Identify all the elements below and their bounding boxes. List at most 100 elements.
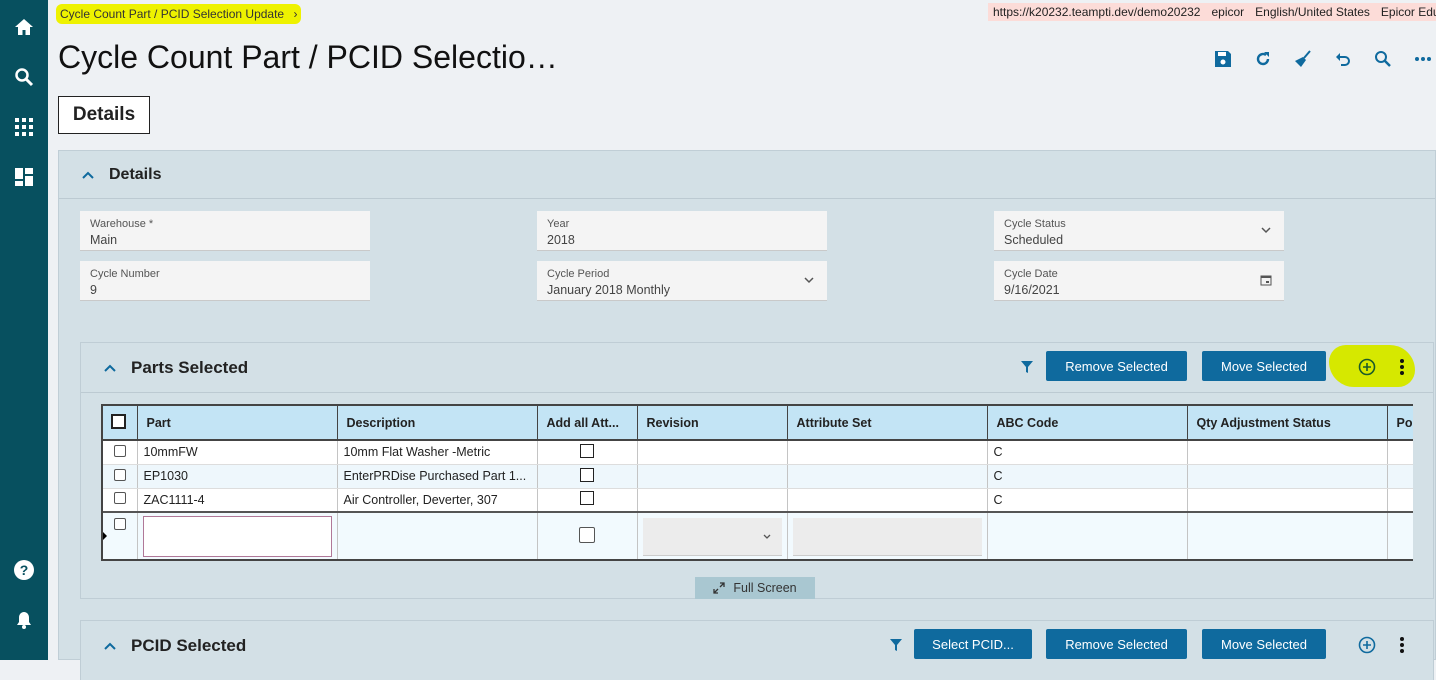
cell-part[interactable]: 10mmFW xyxy=(137,440,338,465)
user-name: epicor xyxy=(1211,5,1245,19)
table-row[interactable]: EP1030 EnterPRDise Purchased Part 1... C xyxy=(103,464,1413,489)
current-row-indicator-icon xyxy=(103,531,107,541)
cell-pos[interactable] xyxy=(1387,464,1413,489)
warehouse-field[interactable]: Warehouse * Main xyxy=(80,211,370,251)
column-header-pos[interactable]: Pos xyxy=(1386,404,1413,441)
refresh-icon[interactable] xyxy=(1252,48,1274,70)
cell-part[interactable]: EP1030 xyxy=(137,464,338,489)
more-vertical-icon[interactable] xyxy=(1399,636,1405,654)
column-header-abc-code[interactable]: ABC Code xyxy=(986,404,1188,441)
calendar-icon[interactable] xyxy=(1260,274,1272,286)
chevron-up-icon[interactable] xyxy=(79,166,97,184)
parts-selected-title: Parts Selected xyxy=(131,357,249,377)
cell-attribute-set[interactable] xyxy=(787,440,988,465)
chevron-up-icon[interactable] xyxy=(101,359,119,377)
field-label: Cycle Status xyxy=(1004,218,1066,230)
column-header-attribute-set[interactable]: Attribute Set xyxy=(786,404,988,441)
search-icon[interactable] xyxy=(1372,48,1394,70)
filter-icon[interactable] xyxy=(1020,360,1034,374)
cycle-date-field[interactable]: Cycle Date 9/16/2021 xyxy=(994,261,1284,301)
cell-description[interactable]: Air Controller, Deverter, 307 xyxy=(337,488,538,513)
more-options-icon[interactable] xyxy=(1412,48,1434,70)
table-row[interactable]: 10mmFW 10mm Flat Washer -Metric C xyxy=(103,440,1413,465)
cell-abc-code[interactable] xyxy=(987,511,1188,559)
undo-icon[interactable] xyxy=(1332,48,1354,70)
cell-qty-adjustment-status[interactable] xyxy=(1187,511,1388,559)
chevron-up-icon[interactable] xyxy=(101,637,119,655)
select-all-checkbox[interactable] xyxy=(103,404,138,441)
cycle-number-field[interactable]: Cycle Number 9 xyxy=(80,261,370,301)
chevron-down-icon[interactable] xyxy=(1260,224,1272,236)
details-panel-header[interactable]: Details xyxy=(59,151,1435,199)
move-selected-button[interactable]: Move Selected xyxy=(1202,629,1326,659)
cell-revision[interactable] xyxy=(637,464,788,489)
row-checkbox[interactable] xyxy=(103,464,138,489)
cell-qty-adjustment-status[interactable] xyxy=(1187,440,1388,465)
cell-revision[interactable] xyxy=(637,488,788,513)
help-icon[interactable]: ? xyxy=(12,558,36,582)
move-selected-button[interactable]: Move Selected xyxy=(1202,351,1326,381)
add-all-attributes-checkbox[interactable] xyxy=(537,511,638,559)
column-header-add-all-attributes[interactable]: Add all Att... xyxy=(536,404,638,441)
cell-qty-adjustment-status[interactable] xyxy=(1187,488,1388,513)
more-vertical-icon[interactable] xyxy=(1399,358,1405,376)
add-row-plus-icon[interactable] xyxy=(1358,636,1376,654)
breadcrumb-item[interactable]: Cycle Count Part / PCID Selection Update xyxy=(60,7,284,21)
add-row-plus-icon[interactable] xyxy=(1358,358,1376,376)
cycle-status-dropdown[interactable]: Cycle Status Scheduled xyxy=(994,211,1284,251)
save-icon[interactable] xyxy=(1212,48,1234,70)
table-row[interactable]: ZAC1111-4 Air Controller, Deverter, 307 … xyxy=(103,488,1413,513)
cell-description[interactable] xyxy=(337,511,538,559)
select-pcid-button[interactable]: Select PCID... xyxy=(914,629,1032,659)
row-checkbox[interactable] xyxy=(103,488,138,513)
home-icon[interactable] xyxy=(12,15,36,39)
cell-description[interactable]: EnterPRDise Purchased Part 1... xyxy=(337,464,538,489)
cell-part[interactable]: ZAC1111-4 xyxy=(137,488,338,513)
cell-abc-code[interactable]: C xyxy=(987,488,1188,513)
column-header-part[interactable]: Part xyxy=(136,404,338,441)
column-header-description[interactable]: Description xyxy=(336,404,538,441)
cell-abc-code[interactable]: C xyxy=(987,464,1188,489)
chevron-down-icon[interactable] xyxy=(803,274,815,286)
full-screen-button[interactable]: Full Screen xyxy=(695,577,815,599)
notifications-bell-icon[interactable] xyxy=(12,608,36,632)
part-input[interactable] xyxy=(137,511,338,559)
clear-broom-icon[interactable] xyxy=(1292,48,1314,70)
row-checkbox[interactable] xyxy=(103,511,138,559)
cell-attribute-set[interactable] xyxy=(787,488,988,513)
filter-icon[interactable] xyxy=(889,638,903,652)
search-icon[interactable] xyxy=(12,65,36,89)
tab-details[interactable]: Details xyxy=(58,96,150,134)
cell-revision[interactable] xyxy=(637,440,788,465)
cell-pos[interactable] xyxy=(1387,440,1413,465)
expand-icon xyxy=(713,582,726,594)
add-all-attributes-checkbox[interactable] xyxy=(537,488,638,513)
remove-selected-button[interactable]: Remove Selected xyxy=(1046,629,1187,659)
add-all-attributes-checkbox[interactable] xyxy=(537,464,638,489)
cell-qty-adjustment-status[interactable] xyxy=(1187,464,1388,489)
chevron-down-icon[interactable] xyxy=(762,532,772,542)
company: Epicor Education xyxy=(1380,5,1436,19)
breadcrumb[interactable]: Cycle Count Part / PCID Selection Update… xyxy=(56,4,302,24)
year-field[interactable]: Year 2018 xyxy=(537,211,827,251)
column-header-revision[interactable]: Revision xyxy=(636,404,788,441)
dashboard-icon[interactable] xyxy=(12,165,36,189)
row-checkbox[interactable] xyxy=(103,440,138,465)
cell-pos[interactable] xyxy=(1387,511,1413,559)
add-all-attributes-checkbox[interactable] xyxy=(537,440,638,465)
cell-attribute-set[interactable] xyxy=(787,464,988,489)
cell-abc-code[interactable]: C xyxy=(987,440,1188,465)
full-screen-label: Full Screen xyxy=(733,581,797,595)
svg-text:?: ? xyxy=(20,562,29,578)
attribute-set-input[interactable] xyxy=(787,511,988,559)
cell-pos[interactable] xyxy=(1387,488,1413,513)
field-label: Cycle Number xyxy=(90,268,160,280)
revision-dropdown[interactable] xyxy=(637,511,788,559)
field-label: Cycle Date xyxy=(1004,268,1058,280)
cell-description[interactable]: 10mm Flat Washer -Metric xyxy=(337,440,538,465)
column-header-qty-adjustment-status[interactable]: Qty Adjustment Status xyxy=(1186,404,1388,441)
new-table-row[interactable] xyxy=(103,511,1413,559)
remove-selected-button[interactable]: Remove Selected xyxy=(1046,351,1187,381)
apps-grid-icon[interactable] xyxy=(12,115,36,139)
cycle-period-dropdown[interactable]: Cycle Period January 2018 Monthly xyxy=(537,261,827,301)
